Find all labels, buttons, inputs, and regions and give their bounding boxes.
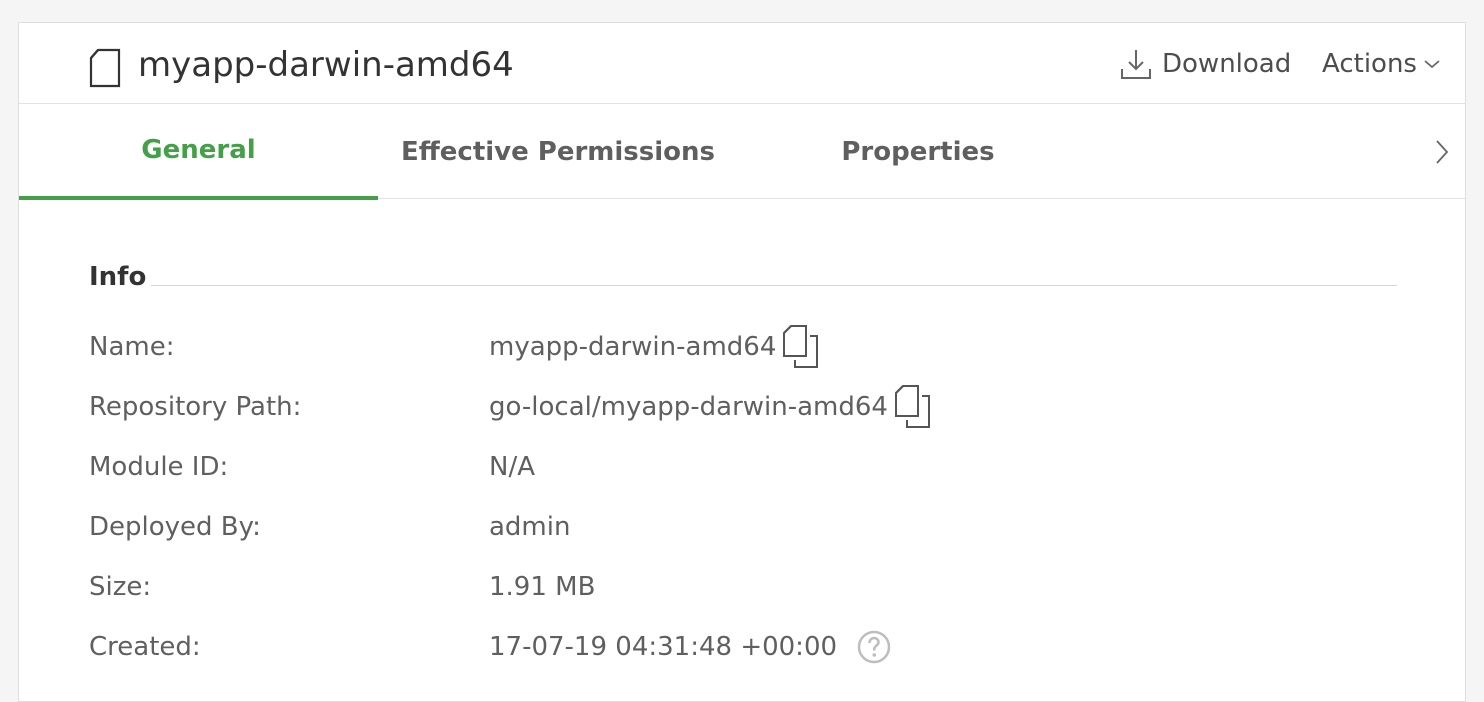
info-value: go-local/myapp-darwin-amd64 [489, 384, 932, 430]
artifact-details-panel: myapp-darwin-amd64 Download Actions Gene… [18, 22, 1466, 702]
actions-dropdown[interactable]: Actions [1322, 43, 1441, 85]
info-key: Name: [89, 332, 175, 362]
panel-header: myapp-darwin-amd64 Download Actions [19, 23, 1465, 104]
info-value-text: 1.91 MB [489, 572, 596, 602]
info-row-name: Name: myapp-darwin-amd64 [89, 324, 1389, 370]
info-row-repository-path: Repository Path: go-local/myapp-darwin-a… [89, 384, 1389, 430]
info-key: Repository Path: [89, 392, 302, 422]
info-value: N/A [489, 447, 535, 487]
info-value-text: admin [489, 512, 571, 542]
info-key: Size: [89, 572, 152, 602]
info-row-created: Created: 17-07-19 04:31:48 +00:00 [89, 627, 1389, 667]
download-icon [1121, 50, 1151, 79]
file-icon [89, 48, 121, 88]
info-value: 1.91 MB [489, 567, 595, 607]
info-value-text: myapp-darwin-amd64 [489, 332, 777, 362]
info-row-module-id: Module ID: N/A [89, 447, 1389, 487]
tab-effective-permissions[interactable]: Effective Permissions [378, 104, 738, 199]
info-value-text: 17-07-19 04:31:48 +00:00 [489, 632, 838, 662]
section-divider [151, 285, 1397, 286]
page-title: myapp-darwin-amd64 [138, 45, 514, 85]
info-value: admin [489, 507, 570, 547]
download-button[interactable]: Download [1119, 43, 1291, 85]
info-key: Created: [89, 632, 201, 662]
info-value-text: go-local/myapp-darwin-amd64 [489, 392, 888, 422]
help-icon[interactable] [857, 630, 891, 664]
copy-icon[interactable] [894, 384, 932, 430]
tab-properties[interactable]: Properties [738, 104, 1098, 199]
info-section-title: Info [89, 262, 147, 292]
info-row-deployed-by: Deployed By: admin [89, 507, 1389, 547]
chevron-down-icon [1424, 60, 1440, 69]
actions-label: Actions [1322, 49, 1417, 79]
copy-icon[interactable] [782, 324, 820, 370]
info-key: Deployed By: [89, 512, 261, 542]
chevron-right-icon[interactable] [1433, 138, 1451, 166]
info-value: 17-07-19 04:31:48 +00:00 [489, 627, 891, 667]
download-label: Download [1162, 49, 1292, 79]
info-value: myapp-darwin-amd64 [489, 324, 820, 370]
info-value-text: N/A [489, 452, 535, 482]
info-row-size: Size: 1.91 MB [89, 567, 1389, 607]
tab-general[interactable]: General [19, 104, 378, 200]
info-key: Module ID: [89, 452, 229, 482]
tab-bar: General Effective Permissions Properties [19, 104, 1465, 200]
